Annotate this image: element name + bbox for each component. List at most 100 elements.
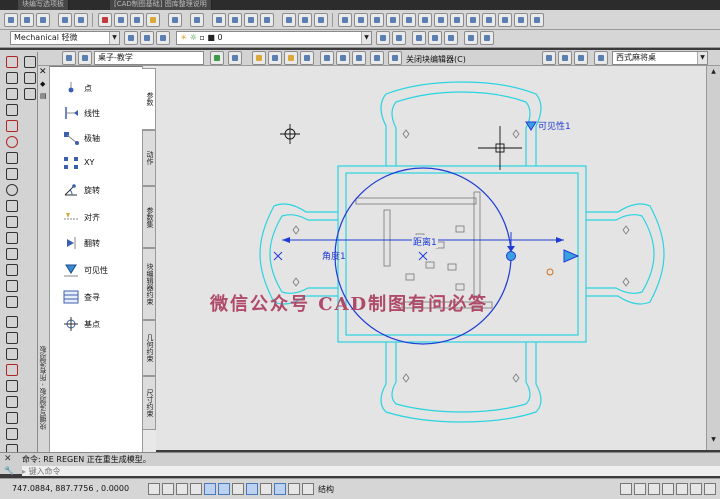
tab-actions[interactable]: 动作: [142, 130, 156, 186]
close-block-editor-button[interactable]: 关闭块编辑器(C): [406, 54, 466, 65]
help-icon[interactable]: [370, 51, 384, 65]
block-table-icon[interactable]: [558, 51, 572, 65]
palette-item-rotation[interactable]: 旋转: [58, 180, 138, 200]
edit-block-icon[interactable]: [62, 51, 76, 65]
tab-parameter-sets[interactable]: 参数集: [142, 186, 156, 248]
document-tab[interactable]: [CAD制图基础] 图库整理说明: [110, 0, 212, 10]
design-center-icon[interactable]: [298, 13, 312, 27]
point-tool-icon[interactable]: [4, 230, 18, 244]
dynamic-ucs-icon[interactable]: [260, 483, 272, 495]
customization-icon[interactable]: [704, 483, 716, 495]
visibility-state-combo[interactable]: 西式麻将桌 ▼: [612, 51, 708, 65]
dim-space-icon[interactable]: [514, 13, 528, 27]
pan-icon[interactable]: [212, 13, 226, 27]
layer-lock-icon[interactable]: [480, 31, 494, 45]
block-name-field[interactable]: 桌子-教学: [94, 51, 204, 65]
dim-style-combo[interactable]: Mechanical 轻微 ▼: [10, 31, 120, 45]
hardware-acceleration-icon[interactable]: [676, 483, 688, 495]
scale-tool-icon[interactable]: [4, 426, 18, 440]
zoom-window-icon[interactable]: [244, 13, 258, 27]
dim-radius-icon[interactable]: [402, 13, 416, 27]
stretch-tool-icon[interactable]: [22, 54, 36, 68]
dim-aligned-icon[interactable]: [354, 13, 368, 27]
properties-icon[interactable]: [282, 13, 296, 27]
dim-ordinate-icon[interactable]: [386, 13, 400, 27]
transparency-icon[interactable]: [302, 483, 314, 495]
move-tool-icon[interactable]: [4, 394, 18, 408]
hatch-tool-icon[interactable]: [4, 246, 18, 260]
attribute-icon[interactable]: [284, 51, 298, 65]
dim-continue-icon[interactable]: [498, 13, 512, 27]
tolerance-icon[interactable]: [530, 13, 544, 27]
copy-icon[interactable]: [114, 13, 128, 27]
drawing-canvas[interactable]: 可见性1 距离1 角度1 微信公众号 CAD制图有问必答: [156, 66, 720, 450]
circle-grip-icon[interactable]: [506, 251, 516, 261]
layer-properties-icon[interactable]: [156, 31, 170, 45]
object-snap-icon[interactable]: [218, 483, 230, 495]
save-icon[interactable]: [36, 13, 50, 27]
undo-icon[interactable]: [168, 13, 182, 27]
save-block-icon[interactable]: [78, 51, 92, 65]
authoring-palettes-icon[interactable]: [228, 51, 242, 65]
layer-unisolate-icon[interactable]: [428, 31, 442, 45]
array-tool-icon[interactable]: [4, 378, 18, 392]
wrench-icon[interactable]: 🔧: [4, 466, 14, 475]
flip-grip-icon[interactable]: [563, 249, 580, 263]
document-tab[interactable]: 块编写选项板: [18, 0, 69, 10]
snap-mode-icon[interactable]: [162, 483, 174, 495]
spline-tool-icon[interactable]: [4, 166, 18, 180]
ellipse-tool-icon[interactable]: [4, 182, 18, 196]
palette-item-polar[interactable]: 极轴: [58, 128, 138, 148]
action-icon[interactable]: [268, 51, 282, 65]
workspace-switch-icon[interactable]: [634, 483, 646, 495]
palette-item-alignment[interactable]: 对齐: [58, 207, 138, 227]
table-tool-icon[interactable]: [4, 278, 18, 292]
palette-item-point[interactable]: 点: [58, 78, 138, 98]
command-input[interactable]: ▸ 键入命令: [22, 466, 720, 476]
extend-tool-icon[interactable]: [22, 70, 36, 84]
palette-item-linear[interactable]: 线性: [58, 103, 138, 123]
palette-item-basepoint[interactable]: 基点: [58, 314, 138, 334]
redo-icon[interactable]: [190, 13, 204, 27]
quick-dim-icon[interactable]: [466, 13, 480, 27]
layer-previous-icon[interactable]: [392, 31, 406, 45]
layer-freeze-icon[interactable]: [464, 31, 478, 45]
rotation-grip-icon[interactable]: [546, 268, 554, 276]
mirror-tool-icon[interactable]: [4, 346, 18, 360]
open-file-icon[interactable]: [20, 13, 34, 27]
dim-linear-icon[interactable]: [338, 13, 352, 27]
command-close-icon[interactable]: ✕: [4, 454, 12, 464]
dim-style-manager-icon[interactable]: [124, 31, 138, 45]
close-block-editor-icon[interactable]: [388, 51, 402, 65]
revcloud-tool-icon[interactable]: [4, 150, 18, 164]
rectangle-tool-icon[interactable]: [4, 102, 18, 116]
scroll-down-icon[interactable]: ▼: [709, 436, 718, 446]
make-visible-icon[interactable]: [320, 51, 334, 65]
layer-off-icon[interactable]: [444, 31, 458, 45]
erase-tool-icon[interactable]: [4, 314, 18, 328]
vertical-scrollbar[interactable]: ▲ ▼: [706, 66, 720, 450]
cut-icon[interactable]: [98, 13, 112, 27]
copy-tool-icon[interactable]: [4, 330, 18, 344]
isolate-objects-icon[interactable]: [662, 483, 674, 495]
palette-item-xy[interactable]: XY: [58, 153, 138, 173]
circle-tool-icon[interactable]: [4, 134, 18, 148]
visibility-mode-icon[interactable]: [574, 51, 588, 65]
paste-icon[interactable]: [130, 13, 144, 27]
layer-isolate-icon[interactable]: [412, 31, 426, 45]
offset-tool-icon[interactable]: [4, 362, 18, 376]
polygon-tool-icon[interactable]: [4, 86, 18, 100]
parameter-icon[interactable]: [252, 51, 266, 65]
make-invisible-icon[interactable]: [336, 51, 350, 65]
tool-palettes-icon[interactable]: [314, 13, 328, 27]
grid-display-icon[interactable]: [176, 483, 188, 495]
lock-ui-icon[interactable]: [648, 483, 660, 495]
region-tool-icon[interactable]: [4, 262, 18, 276]
break-tool-icon[interactable]: [22, 86, 36, 100]
tab-parameters[interactable]: 参数: [142, 68, 156, 130]
annotation-scale-icon[interactable]: [620, 483, 632, 495]
3d-object-snap-icon[interactable]: [232, 483, 244, 495]
object-snap-tracking-icon[interactable]: [246, 483, 258, 495]
new-file-icon[interactable]: [4, 13, 18, 27]
palette-item-visibility[interactable]: 可见性: [58, 260, 138, 280]
